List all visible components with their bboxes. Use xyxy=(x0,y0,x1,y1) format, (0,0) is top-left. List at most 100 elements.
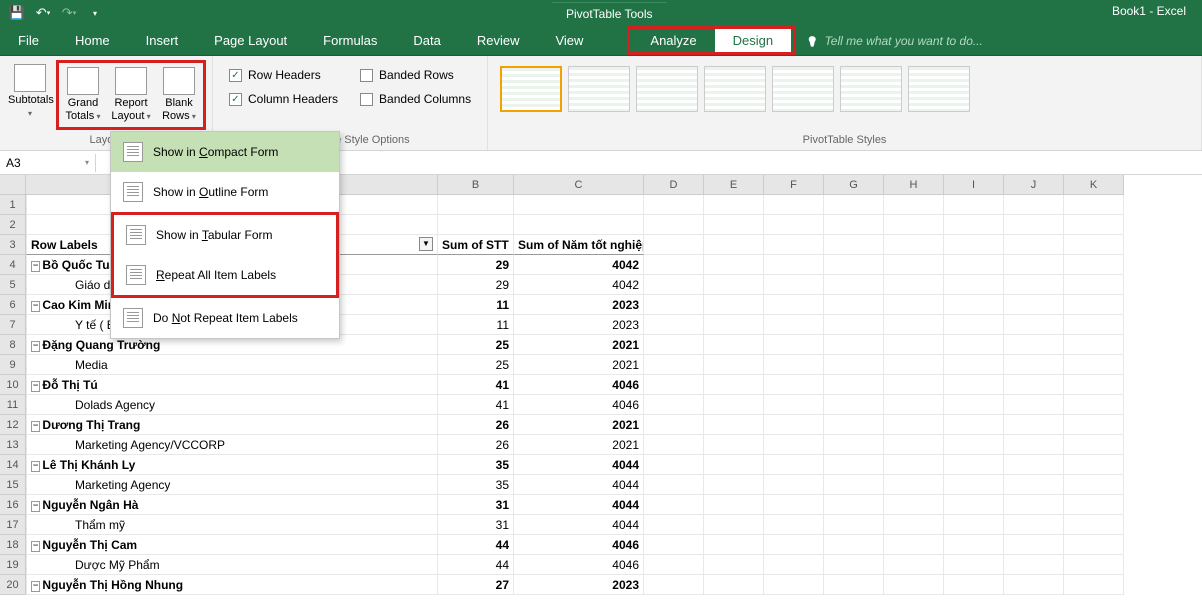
menu-repeat-labels[interactable]: Repeat All Item Labels xyxy=(114,255,336,295)
cell[interactable] xyxy=(824,575,884,595)
cell[interactable] xyxy=(1064,375,1124,395)
row-header[interactable]: 2 xyxy=(0,215,26,235)
cell[interactable] xyxy=(644,535,704,555)
column-header[interactable]: C xyxy=(514,175,644,195)
cell[interactable]: 11 xyxy=(438,315,514,335)
cell[interactable] xyxy=(764,215,824,235)
cell[interactable] xyxy=(884,255,944,275)
collapse-icon[interactable]: − xyxy=(31,301,40,312)
row-header[interactable]: 19 xyxy=(0,555,26,575)
cell[interactable] xyxy=(824,395,884,415)
cell[interactable] xyxy=(1004,215,1064,235)
cell[interactable]: 25 xyxy=(438,355,514,375)
cell[interactable] xyxy=(704,535,764,555)
column-header[interactable]: I xyxy=(944,175,1004,195)
qat-customize-icon[interactable]: ▾ xyxy=(86,4,104,22)
cell[interactable] xyxy=(704,215,764,235)
collapse-icon[interactable]: − xyxy=(31,461,40,472)
row-headers-checkbox[interactable]: ✓Row Headers xyxy=(229,68,338,82)
cell[interactable] xyxy=(644,315,704,335)
cell[interactable]: 25 xyxy=(438,335,514,355)
cell[interactable] xyxy=(944,415,1004,435)
cell[interactable]: −Nguyễn Thị Hồng Nhung xyxy=(26,575,438,595)
cell[interactable] xyxy=(824,335,884,355)
cell[interactable]: Dược Mỹ Phẩm xyxy=(26,555,438,575)
cell[interactable] xyxy=(944,375,1004,395)
cell[interactable] xyxy=(644,515,704,535)
cell[interactable] xyxy=(1064,535,1124,555)
cell[interactable] xyxy=(764,275,824,295)
cell[interactable] xyxy=(644,455,704,475)
redo-icon[interactable]: ↷▾ xyxy=(60,4,78,22)
cell[interactable] xyxy=(1004,555,1064,575)
cell[interactable]: Sum of STT xyxy=(438,235,514,255)
cell[interactable] xyxy=(884,455,944,475)
cell[interactable]: 44 xyxy=(438,555,514,575)
cell[interactable] xyxy=(764,195,824,215)
style-thumb[interactable] xyxy=(704,66,766,112)
tab-formulas[interactable]: Formulas xyxy=(305,26,395,55)
cell[interactable] xyxy=(824,275,884,295)
cell[interactable]: −Dương Thị Trang xyxy=(26,415,438,435)
cell[interactable] xyxy=(1064,235,1124,255)
cell[interactable] xyxy=(1004,535,1064,555)
cell[interactable]: 2021 xyxy=(514,335,644,355)
cell[interactable] xyxy=(944,335,1004,355)
cell[interactable]: 2023 xyxy=(514,315,644,335)
cell[interactable] xyxy=(884,395,944,415)
cell[interactable] xyxy=(1004,415,1064,435)
collapse-icon[interactable]: − xyxy=(31,261,40,272)
tab-data[interactable]: Data xyxy=(395,26,458,55)
row-header[interactable]: 16 xyxy=(0,495,26,515)
cell[interactable] xyxy=(824,515,884,535)
cell[interactable] xyxy=(764,575,824,595)
blank-rows-button[interactable]: Blank Rows xyxy=(155,63,203,127)
cell[interactable] xyxy=(884,375,944,395)
cell[interactable] xyxy=(1064,295,1124,315)
cell[interactable] xyxy=(884,515,944,535)
cell[interactable] xyxy=(764,415,824,435)
cell[interactable] xyxy=(824,235,884,255)
cell[interactable]: −Lê Thị Khánh Ly xyxy=(26,455,438,475)
cell[interactable]: 4044 xyxy=(514,455,644,475)
column-header[interactable]: E xyxy=(704,175,764,195)
cell[interactable] xyxy=(824,495,884,515)
cell[interactable]: 26 xyxy=(438,435,514,455)
collapse-icon[interactable]: − xyxy=(31,381,40,392)
cell[interactable] xyxy=(944,495,1004,515)
cell[interactable]: Marketing Agency xyxy=(26,475,438,495)
cell[interactable] xyxy=(884,495,944,515)
cell[interactable] xyxy=(1064,315,1124,335)
cell[interactable] xyxy=(944,395,1004,415)
cell[interactable] xyxy=(1064,215,1124,235)
cell[interactable]: 4042 xyxy=(514,255,644,275)
cell[interactable] xyxy=(704,275,764,295)
cell[interactable]: 29 xyxy=(438,255,514,275)
column-header[interactable]: B xyxy=(438,175,514,195)
cell[interactable] xyxy=(1064,575,1124,595)
column-header[interactable]: D xyxy=(644,175,704,195)
cell[interactable] xyxy=(1004,295,1064,315)
cell[interactable] xyxy=(764,475,824,495)
cell[interactable] xyxy=(884,215,944,235)
cell[interactable] xyxy=(764,315,824,335)
cell[interactable] xyxy=(764,355,824,375)
row-header[interactable]: 12 xyxy=(0,415,26,435)
row-header[interactable]: 11 xyxy=(0,395,26,415)
tab-design[interactable]: Design xyxy=(715,29,791,52)
cell[interactable] xyxy=(644,355,704,375)
row-header[interactable]: 4 xyxy=(0,255,26,275)
cell[interactable] xyxy=(764,495,824,515)
menu-outline-form[interactable]: Show in Outline Form xyxy=(111,172,339,212)
cell[interactable]: 4046 xyxy=(514,555,644,575)
cell[interactable]: 4044 xyxy=(514,515,644,535)
cell[interactable] xyxy=(644,275,704,295)
cell[interactable] xyxy=(824,475,884,495)
cell[interactable] xyxy=(704,195,764,215)
cell[interactable] xyxy=(1064,495,1124,515)
cell[interactable] xyxy=(704,295,764,315)
cell[interactable] xyxy=(764,295,824,315)
cell[interactable]: 2021 xyxy=(514,415,644,435)
style-thumb[interactable] xyxy=(500,66,562,112)
row-header[interactable]: 5 xyxy=(0,275,26,295)
